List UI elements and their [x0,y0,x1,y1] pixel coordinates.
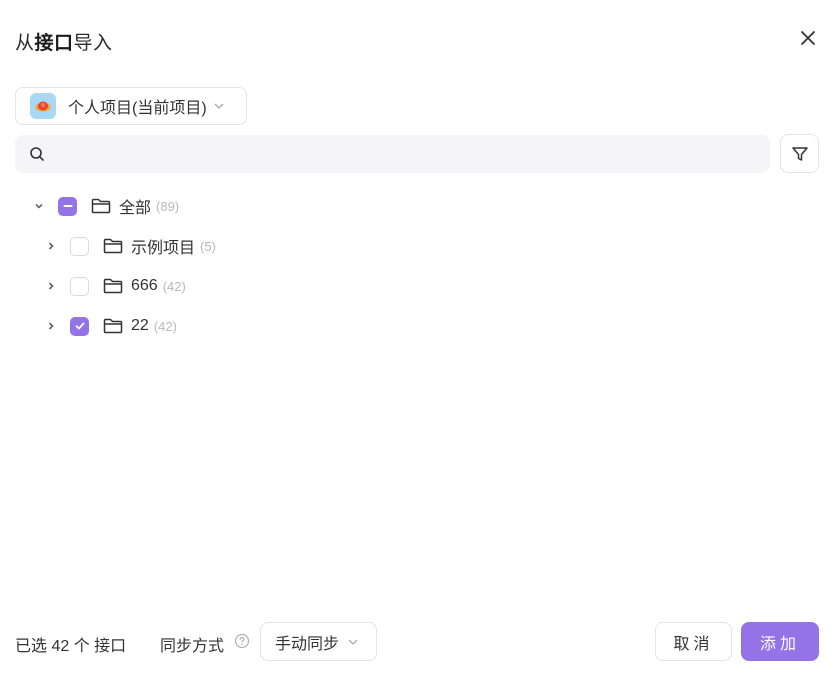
tree-node-label: 22 [131,317,149,334]
tree-node-count: (42) [153,318,177,334]
add-button[interactable]: 添加 [741,622,819,661]
tree-node-example-project[interactable]: 示例项目 (5) [44,232,216,260]
close-icon[interactable] [798,28,818,48]
tree-node-checkbox[interactable] [70,276,89,296]
search-input[interactable] [53,135,770,173]
tree-node-22[interactable]: 22 (42) [44,312,177,340]
chevron-right-icon[interactable] [44,239,58,253]
project-selector[interactable]: 个人项目(当前项目) [15,87,247,125]
check-icon [75,322,84,330]
tree-node-666[interactable]: 666 (42) [44,272,186,300]
tree-node-root[interactable]: 全部 (89) [32,192,179,220]
tree-node-count: (5) [200,238,216,254]
folder-icon [103,237,125,255]
folder-icon [103,277,125,295]
search-icon [30,147,44,161]
cancel-button[interactable]: 取消 [655,622,732,661]
selected-count-text: 已选 42 个 接口 [15,638,127,655]
tree-node-checkbox-checked[interactable] [70,316,89,336]
folder-icon [91,197,113,215]
tree-node-label: 全部 [119,200,152,217]
sync-mode-value: 手动同步 [275,635,340,653]
filter-button[interactable] [780,134,819,173]
chevron-down-icon [214,103,224,109]
chevron-right-icon[interactable] [44,279,58,293]
help-icon[interactable] [234,633,250,649]
dialog-title: 从接口导入 [15,33,113,54]
root-checkbox-indeterminate[interactable] [58,196,77,216]
folder-icon [103,317,125,335]
project-avatar-icon [30,93,56,119]
tree-node-count: (42) [162,278,186,294]
filter-icon [791,146,808,161]
sync-mode-select[interactable]: 手动同步 [260,622,377,661]
chevron-right-icon[interactable] [44,319,58,333]
project-name: 个人项目(当前项目) [68,100,207,117]
tree-node-checkbox[interactable] [70,236,89,256]
tree-node-label: 示例项目 [131,240,196,257]
search-box [15,135,770,173]
sync-mode-label: 同步方式 [160,638,225,655]
chevron-down-icon[interactable] [32,199,46,213]
chevron-down-icon [348,639,358,645]
tree-node-label: 666 [131,277,158,294]
tree-node-count: (89) [156,198,180,214]
